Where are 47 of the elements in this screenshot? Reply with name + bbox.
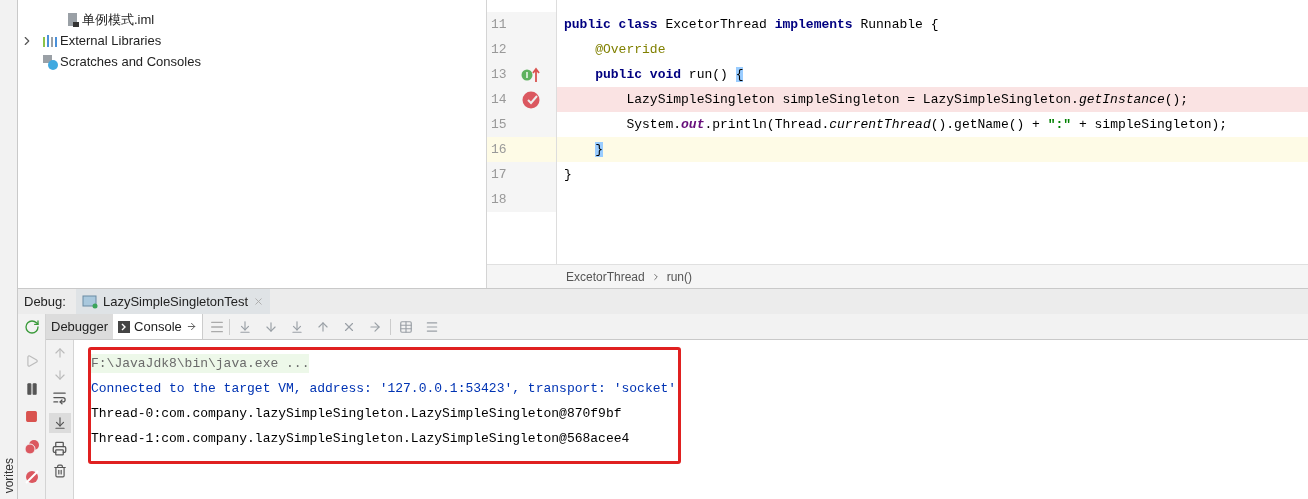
console-icon	[118, 320, 131, 333]
down-icon[interactable]	[52, 368, 67, 382]
code-line: @Override	[594, 40, 666, 59]
line-number: 15	[490, 115, 508, 134]
console-line: Thread-0:com.company.lazySimpleSingleton.LazySimpleSingleton@870f9bf	[91, 404, 622, 423]
mute-breakpoints-icon[interactable]	[23, 469, 40, 485]
breadcrumb[interactable]: ExcetorThread	[566, 267, 645, 286]
resume-icon[interactable]	[24, 354, 39, 368]
stop-icon[interactable]	[25, 410, 38, 423]
console-line: Thread-1:com.company.lazySimpleSingleton.LazySimpleSingleton@568acee4	[91, 429, 630, 448]
code-line: public class ExcetorThread implements Runnable {	[564, 15, 939, 34]
implements-icon[interactable]	[521, 66, 541, 83]
close-icon[interactable]	[253, 296, 265, 307]
line-number: 11	[490, 15, 508, 34]
console-line: Connected to the target VM, address: '127.0.0.1:53423', transport: 'socket'	[91, 379, 677, 398]
run-config-icon	[81, 294, 98, 309]
pause-icon[interactable]	[24, 382, 39, 396]
soft-wrap-icon[interactable]	[52, 390, 67, 405]
line-number: 14	[490, 90, 508, 109]
line-number: 17	[490, 165, 508, 184]
trash-icon[interactable]	[52, 464, 67, 478]
code-line: }	[564, 165, 572, 184]
code-line: System.out.println(Thread.currentThread().getName() + ":" + simpleSingleton);	[625, 115, 1228, 134]
tree-item[interactable]: Scratches and Consoles	[60, 51, 201, 72]
session-tab[interactable]: LazySimpleSingletonTest	[75, 289, 271, 314]
line-number: 13	[490, 65, 508, 84]
line-number: 16	[490, 140, 508, 159]
print-icon[interactable]	[52, 441, 67, 456]
library-icon	[42, 33, 58, 48]
breakpoints-icon[interactable]	[23, 439, 40, 455]
scroll-to-end-icon[interactable]	[52, 416, 67, 430]
rerun-icon[interactable]	[23, 319, 40, 335]
line-number: 12	[490, 40, 508, 59]
breadcrumb[interactable]: run()	[666, 267, 693, 286]
line-number: 18	[490, 190, 508, 209]
file-icon	[66, 11, 80, 28]
scratch-icon	[42, 53, 58, 70]
debug-label: Debug:	[24, 292, 66, 311]
tree-item[interactable]: 单例模式.iml	[82, 9, 155, 30]
favorites-tab[interactable]: vorites	[1, 457, 16, 493]
view-tab[interactable]: Debugger	[46, 314, 114, 339]
code-line: public void run() {	[594, 65, 744, 84]
tree-item[interactable]: External Libraries	[60, 30, 162, 51]
breakpoint-icon[interactable]	[522, 90, 540, 109]
up-icon[interactable]	[52, 346, 67, 360]
view-tab[interactable]: Console	[113, 314, 202, 339]
code-line: LazySimpleSingleton simpleSingleton = LazySimpleSingleton.getInstance();	[625, 90, 1189, 109]
